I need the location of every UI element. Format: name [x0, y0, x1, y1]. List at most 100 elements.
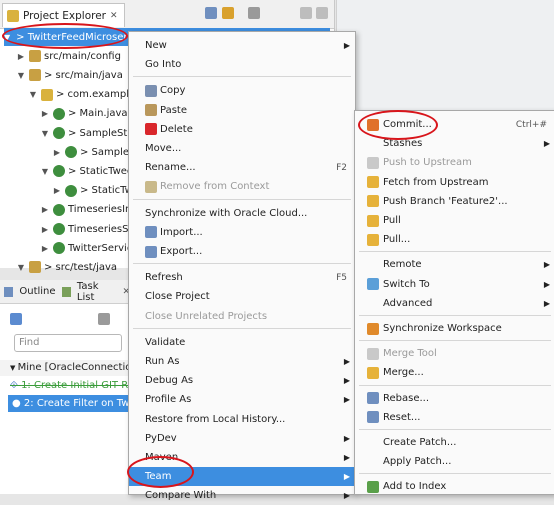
menu-item-label: Synchronize Workspace	[383, 323, 502, 334]
link-with-editor-icon[interactable]	[222, 7, 234, 19]
menu-item-commit[interactable]: Commit... Ctrl+#	[355, 115, 554, 134]
collapsed-triangle-icon[interactable]: ▶	[40, 225, 50, 234]
menu-item-copy[interactable]: Copy	[129, 81, 355, 100]
menu-item-label: Push to Upstream	[383, 157, 472, 169]
menu-item-synchronize-with-oracle-cloud[interactable]: Synchronize with Oracle Cloud...	[129, 204, 355, 223]
submenu-arrow-icon: ▶	[543, 279, 550, 289]
menu-item-maven[interactable]: Maven ▶	[129, 448, 355, 467]
new-task-icon[interactable]	[10, 313, 22, 325]
export-icon	[145, 245, 157, 258]
tree-item[interactable]: ▼ > src/test/java	[16, 258, 117, 276]
expand-triangle-icon[interactable]: ▼	[16, 263, 26, 272]
tree-item[interactable]: ▼ > com.example	[28, 86, 135, 104]
menu-item-rebase[interactable]: Rebase...	[355, 389, 554, 408]
maximize-icon[interactable]	[316, 7, 328, 19]
delete-icon	[145, 123, 157, 136]
menu-item-stashes[interactable]: Stashes ▶	[355, 134, 554, 153]
minimize-icon[interactable]	[300, 7, 312, 19]
close-icon[interactable]: ✕	[110, 11, 118, 21]
task-label: 1: Create Initial GIT Repo	[21, 380, 130, 391]
tab-project-explorer[interactable]: Project Explorer ✕	[2, 3, 125, 27]
expand-triangle-icon[interactable]: ▼	[40, 129, 50, 138]
editor-area	[336, 0, 554, 113]
menu-item-debug-as[interactable]: Debug As ▶	[129, 371, 355, 390]
menu-item-label: Fetch from Upstream	[383, 176, 489, 188]
tab-outline[interactable]: Outline	[19, 286, 55, 297]
find-input[interactable]: Find	[14, 334, 122, 352]
menu-item-new[interactable]: New ▶	[129, 36, 355, 55]
package-folder-icon	[29, 50, 41, 63]
tree-item[interactable]: ▶ > StaticTw	[52, 182, 133, 200]
menu-item-rename[interactable]: Rename... F2	[129, 158, 355, 177]
tree-item-label: TimeseriesInc	[68, 204, 137, 216]
menu-item-create-patch[interactable]: Create Patch...	[355, 433, 554, 452]
collapsed-triangle-icon[interactable]: ▶	[40, 244, 50, 253]
tree-item[interactable]: ▶ TimeseriesInc	[40, 201, 137, 219]
task-row[interactable]: ● 2: Create Filter on Twitter	[8, 395, 130, 412]
menu-item-compare-with[interactable]: Compare With ▶	[129, 486, 355, 505]
menu-separator	[133, 76, 351, 78]
tree-item[interactable]: ▼ > SampleStre	[40, 124, 137, 142]
menu-item-label: Rebase...	[383, 392, 430, 404]
tab-task-list[interactable]: Task List	[77, 281, 117, 303]
menu-item-advanced[interactable]: Advanced ▶	[355, 294, 554, 313]
menu-item-team[interactable]: Team ▶	[129, 467, 355, 487]
tree-item[interactable]: ▶ src/main/config	[16, 47, 121, 65]
tree-item[interactable]: ▼ > StaticTwee	[40, 162, 133, 180]
collapsed-triangle-icon[interactable]: ▶	[52, 186, 62, 195]
expand-triangle-icon[interactable]: ▼	[16, 71, 26, 80]
expand-triangle-icon[interactable]: ▼	[40, 167, 50, 176]
expand-triangle-icon[interactable]: ▼	[4, 33, 10, 42]
expand-triangle-icon[interactable]: ▼	[28, 90, 38, 99]
menu-item-validate[interactable]: Validate	[129, 333, 355, 352]
menu-item-merge[interactable]: Merge...	[355, 363, 554, 382]
submenu-arrow-icon: ▶	[343, 433, 350, 443]
menu-item-export[interactable]: Export...	[129, 242, 355, 261]
menu-item-refresh[interactable]: Refresh F5	[129, 268, 355, 287]
menu-item-switch-to[interactable]: Switch To ▶	[355, 275, 554, 294]
menu-item-pull[interactable]: Pull...	[355, 230, 554, 249]
menu-item-run-as[interactable]: Run As ▶	[129, 352, 355, 371]
collapse-all-icon[interactable]	[205, 7, 217, 19]
collapsed-triangle-icon[interactable]: ▶	[40, 109, 50, 118]
menu-item-restore-from-local-history[interactable]: Restore from Local History...	[129, 410, 355, 429]
menu-item-label: Switch To	[383, 278, 430, 290]
menu-item-import[interactable]: Import...	[129, 223, 355, 242]
tree-item[interactable]: ▶ > Main.java	[40, 105, 128, 123]
task-row[interactable]: ⟐ 1: Create Initial GIT Repo	[10, 378, 130, 394]
menu-item-pull[interactable]: Pull	[355, 211, 554, 230]
collapsed-triangle-icon[interactable]: ▶	[16, 52, 26, 61]
task-group-row[interactable]: ▼ Mine [OracleConnection	[0, 360, 130, 376]
menu-item-synchronize-workspace[interactable]: Synchronize Workspace	[355, 319, 554, 338]
menu-item-close-project[interactable]: Close Project	[129, 287, 355, 306]
menu-item-push-branch-feature2[interactable]: Push Branch 'Feature2'...	[355, 192, 554, 211]
menu-item-delete[interactable]: Delete	[129, 120, 355, 139]
collapsed-triangle-icon[interactable]: ▶	[52, 148, 62, 157]
menu-item-fetch-from-upstream[interactable]: Fetch from Upstream	[355, 173, 554, 192]
view-menu-icon[interactable]	[248, 7, 260, 19]
tree-item-label: > src/main/java	[44, 69, 123, 81]
paste-icon	[145, 104, 157, 117]
categorize-icon[interactable]	[98, 313, 110, 325]
tree-item[interactable]: ▶ > SampleS	[52, 143, 135, 161]
java-file-icon	[53, 223, 65, 235]
menu-item-apply-patch[interactable]: Apply Patch...	[355, 452, 554, 471]
tree-item[interactable]: ▶ TwitterServic	[40, 239, 132, 257]
menu-item-add-to-index[interactable]: Add to Index	[355, 477, 554, 496]
tree-item[interactable]: ▼ > src/main/java	[16, 66, 123, 84]
tree-item-label: TimeseriesSe	[68, 223, 135, 235]
menu-item-go-into[interactable]: Go Into	[129, 55, 355, 74]
menu-item-reset[interactable]: Reset...	[355, 408, 554, 427]
menu-item-paste[interactable]: Paste	[129, 101, 355, 120]
project-explorer-tabbar: Project Explorer ✕	[0, 0, 334, 29]
collapsed-triangle-icon[interactable]: ▶	[40, 205, 50, 214]
pull-icon	[367, 233, 379, 246]
tree-item[interactable]: ▶ TimeseriesSe	[40, 220, 135, 238]
menu-separator	[359, 384, 551, 386]
menu-item-pydev[interactable]: PyDev ▶	[129, 429, 355, 448]
menu-item-label: Copy	[160, 85, 186, 97]
menu-item-label: Add to Index	[383, 481, 447, 493]
menu-item-move[interactable]: Move...	[129, 139, 355, 158]
menu-item-remote[interactable]: Remote ▶	[355, 255, 554, 274]
menu-item-profile-as[interactable]: Profile As ▶	[129, 390, 355, 409]
